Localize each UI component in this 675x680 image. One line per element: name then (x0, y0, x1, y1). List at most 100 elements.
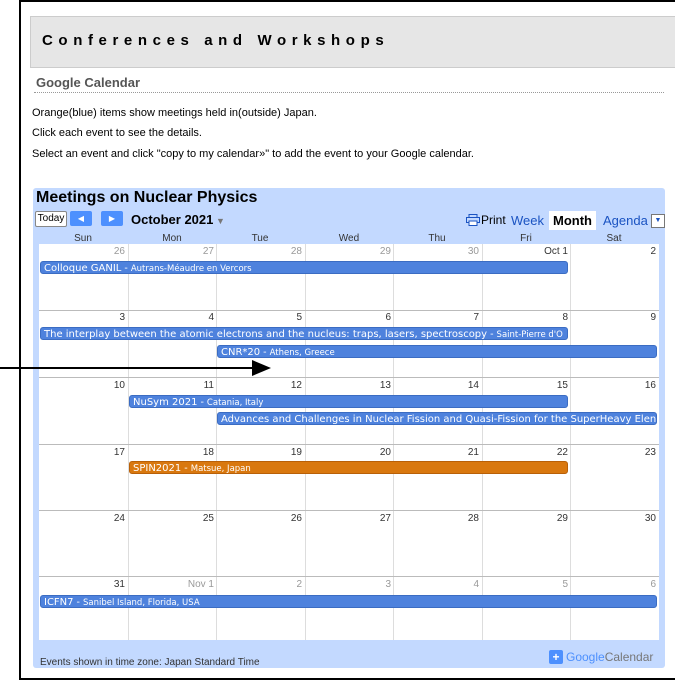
today-button[interactable]: Today (35, 211, 67, 227)
day-number[interactable]: 7 (395, 312, 479, 323)
week-divider (39, 576, 659, 577)
print-label: Print (481, 213, 506, 227)
day-number[interactable]: 9 (572, 312, 656, 323)
chevron-right-icon: ▶ (108, 214, 116, 223)
event-name: Colloque GANIL (44, 263, 122, 274)
day-number[interactable]: Nov 1 (130, 579, 214, 590)
day-number[interactable]: 24 (41, 513, 125, 524)
info-line: Orange(blue) items show meetings held in… (32, 107, 317, 119)
event-location: Catania, Italy (206, 398, 264, 408)
event-cnr20[interactable]: CNR*20 - Athens, Greece (217, 345, 657, 358)
event-location: Autrans-Méaudre en Vercors (130, 264, 252, 274)
day-number[interactable]: 6 (307, 312, 391, 323)
day-number[interactable]: 15 (484, 380, 568, 391)
grid-divider (128, 244, 129, 640)
event-colloque-ganil[interactable]: Colloque GANIL - Autrans-Méaudre en Verc… (40, 261, 568, 274)
day-number[interactable]: 22 (484, 447, 568, 458)
week-divider (39, 510, 659, 511)
tab-agenda[interactable]: Agenda (599, 211, 652, 230)
day-number[interactable]: 23 (572, 447, 656, 458)
calendar-title: Meetings on Nuclear Physics (36, 189, 258, 206)
day-number[interactable]: 5 (484, 579, 568, 590)
day-number[interactable]: 31 (41, 579, 125, 590)
next-month-button[interactable]: ▶ (101, 211, 123, 226)
day-number[interactable]: 16 (572, 380, 656, 391)
event-name: The interplay between the atomic electro… (44, 329, 488, 340)
day-number[interactable]: 6 (572, 579, 656, 590)
day-number[interactable]: 29 (484, 513, 568, 524)
grid-divider (393, 244, 394, 640)
arrow-right-icon (0, 360, 271, 376)
day-number[interactable]: 4 (395, 579, 479, 590)
event-nuclear-fission[interactable]: Advances and Challenges in Nuclear Fissi… (217, 412, 657, 425)
info-line: Click each event to see the details. (32, 127, 202, 139)
day-number[interactable]: 28 (395, 513, 479, 524)
grid-divider (482, 244, 483, 640)
day-number[interactable]: 5 (218, 312, 302, 323)
weekday-header: Thu (428, 233, 446, 244)
day-number[interactable]: 27 (307, 513, 391, 524)
event-icfn7[interactable]: ICFN7 - Sanibel Island, Florida, USA (40, 595, 657, 608)
event-location: Athens, Greece (269, 348, 335, 358)
event-location: Saint-Pierre d'O (496, 330, 563, 340)
day-number[interactable]: 25 (130, 513, 214, 524)
day-number[interactable]: Oct 1 (484, 246, 568, 257)
day-number[interactable]: 11 (130, 380, 214, 391)
event-location: Matsue, Japan (190, 464, 251, 474)
grid-divider (570, 244, 571, 640)
day-number[interactable]: 17 (41, 447, 125, 458)
info-line: Select an event and click "copy to my ca… (32, 148, 474, 160)
weekday-header: Tue (251, 233, 269, 244)
add-to-google-calendar-button[interactable]: + GoogleCalendar (549, 650, 653, 664)
day-number[interactable]: 3 (41, 312, 125, 323)
print-button[interactable]: Print (466, 213, 506, 227)
day-number[interactable]: 21 (395, 447, 479, 458)
event-atomic-electrons[interactable]: The interplay between the atomic electro… (40, 327, 568, 340)
views-dropdown-icon[interactable]: ▼ (651, 214, 665, 228)
day-number[interactable]: 30 (572, 513, 656, 524)
chevron-left-icon: ◀ (77, 214, 85, 223)
month-label[interactable]: October 2021 (131, 212, 213, 227)
printer-icon (466, 214, 480, 226)
weekday-header: Fri (520, 233, 532, 244)
week-divider (39, 310, 659, 311)
day-number[interactable]: 26 (218, 513, 302, 524)
day-number[interactable]: 20 (307, 447, 391, 458)
week-divider (39, 444, 659, 445)
tab-week[interactable]: Week (507, 211, 548, 230)
day-number[interactable]: 27 (130, 246, 214, 257)
event-name: SPIN2021 (133, 463, 182, 474)
event-name: Advances and Challenges in Nuclear Fissi… (221, 414, 657, 425)
day-number[interactable]: 14 (395, 380, 479, 391)
event-spin2021[interactable]: SPIN2021 - Matsue, Japan (129, 461, 568, 474)
event-nusym-2021[interactable]: NuSym 2021 - Catania, Italy (129, 395, 568, 408)
day-number[interactable]: 10 (41, 380, 125, 391)
day-number[interactable]: 28 (218, 246, 302, 257)
event-name: ICFN7 (44, 597, 74, 608)
day-number[interactable]: 30 (395, 246, 479, 257)
day-number[interactable]: 2 (218, 579, 302, 590)
day-number[interactable]: 2 (572, 246, 656, 257)
day-number[interactable]: 12 (218, 380, 302, 391)
day-number[interactable]: 3 (307, 579, 391, 590)
section-divider (34, 92, 664, 93)
day-number[interactable]: 29 (307, 246, 391, 257)
weekday-header: Wed (338, 233, 360, 244)
day-number[interactable]: 18 (130, 447, 214, 458)
event-name: NuSym 2021 (133, 397, 198, 408)
weekday-header: Mon (162, 233, 182, 244)
day-number[interactable]: 4 (130, 312, 214, 323)
day-number[interactable]: 8 (484, 312, 568, 323)
page-title: Conferences and Workshops (42, 32, 390, 49)
plus-icon: + (549, 650, 563, 664)
weekday-header: Sat (606, 233, 622, 244)
prev-month-button[interactable]: ◀ (70, 211, 92, 226)
chevron-down-icon[interactable]: ▼ (216, 216, 225, 226)
event-location: Sanibel Island, Florida, USA (83, 598, 200, 608)
grid-divider (216, 244, 217, 640)
day-number[interactable]: 13 (307, 380, 391, 391)
tab-month[interactable]: Month (549, 211, 596, 230)
calendar-logo-text: Calendar (604, 650, 654, 664)
day-number[interactable]: 19 (218, 447, 302, 458)
day-number[interactable]: 26 (41, 246, 125, 257)
